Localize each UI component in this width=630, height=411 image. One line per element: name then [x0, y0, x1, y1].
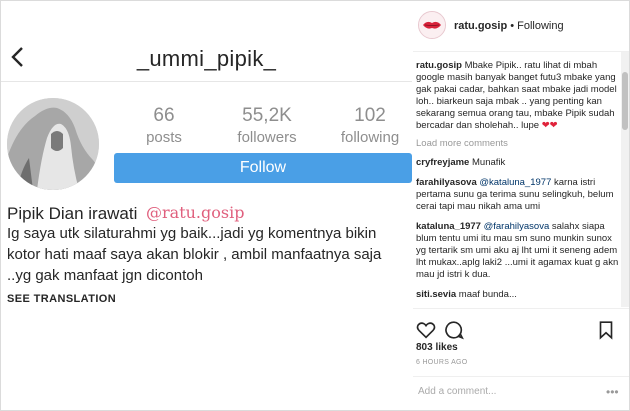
comment-text: maaf bunda...: [458, 289, 517, 300]
comments-list[interactable]: ratu.gosip Mbake Pipik.. ratu lihat di m…: [413, 52, 629, 307]
caption-username[interactable]: ratu.gosip: [416, 60, 462, 71]
followers-label: followers: [237, 129, 297, 146]
scrollbar-thumb[interactable]: [622, 72, 628, 130]
watermark: @ratu.gosip: [146, 203, 245, 222]
comment-item: siti.sevia maaf bunda...: [413, 289, 629, 301]
profile-header-bar: _ummi_pipik_: [1, 33, 412, 82]
load-more-comments[interactable]: Load more comments: [413, 138, 629, 149]
comment-item: cryfreyjame Munafik: [413, 157, 629, 169]
comment-mention[interactable]: @farahilyasova: [484, 221, 550, 232]
add-comment-bar: •••: [413, 376, 629, 409]
comment-username[interactable]: siti.sevia: [416, 289, 456, 300]
comment-item: kataluna_1977 @farahilyasova salahx siap…: [413, 221, 629, 281]
see-translation-link[interactable]: SEE TRANSLATION: [7, 293, 116, 305]
bookmark-icon[interactable]: [595, 319, 617, 341]
followers-count: 55,2K: [242, 105, 292, 126]
post-timestamp: 6 HOURS AGO: [416, 359, 468, 366]
profile-bio: Ig saya utk silaturahmi yg baik...jadi y…: [7, 225, 382, 284]
stat-followers[interactable]: 55,2K followers: [231, 105, 303, 146]
heart-emoji: ❤❤: [541, 120, 558, 131]
post-header: ratu.gosip • Following: [413, 1, 629, 52]
likes-count[interactable]: 803 likes: [416, 342, 458, 353]
profile-username: _ummi_pipik_: [136, 46, 277, 71]
comment-username[interactable]: cryfreyjame: [416, 157, 469, 168]
comment-mention[interactable]: @kataluna_1977: [479, 177, 551, 188]
caption: ratu.gosip Mbake Pipik.. ratu lihat di m…: [413, 60, 629, 132]
more-options-icon[interactable]: •••: [606, 385, 619, 399]
heart-icon[interactable]: [415, 319, 437, 341]
following-label: following: [340, 129, 400, 146]
profile-avatar: [7, 98, 99, 190]
post-header-text: ratu.gosip • Following: [454, 20, 564, 32]
account-name[interactable]: ratu.gosip: [454, 20, 507, 32]
add-comment-input[interactable]: [416, 385, 600, 398]
comment-username[interactable]: farahilyasova: [416, 177, 477, 188]
stat-following[interactable]: 102 following: [335, 105, 405, 146]
posts-label: posts: [146, 129, 182, 146]
following-count: 102: [354, 105, 386, 126]
comment-icon[interactable]: [443, 319, 465, 341]
comment-username[interactable]: kataluna_1977: [416, 221, 481, 232]
profile-display-name: Pipik Dian irawati: [7, 204, 138, 223]
posts-count: 66: [153, 105, 175, 126]
follow-button[interactable]: Follow: [114, 153, 412, 183]
stat-posts[interactable]: 66 posts: [139, 105, 189, 146]
post-image: _ummi_pipik_ 66 posts 55,2K followers 10…: [1, 1, 412, 409]
comment-item: farahilyasova @kataluna_1977 karna istri…: [413, 177, 629, 213]
account-avatar[interactable]: [418, 11, 446, 39]
comments-scrollbar[interactable]: [621, 52, 629, 307]
following-status[interactable]: • Following: [510, 20, 563, 32]
comment-text: Munafik: [472, 157, 506, 168]
post-sidebar: ratu.gosip • Following ratu.gosip Mbake …: [413, 1, 629, 409]
